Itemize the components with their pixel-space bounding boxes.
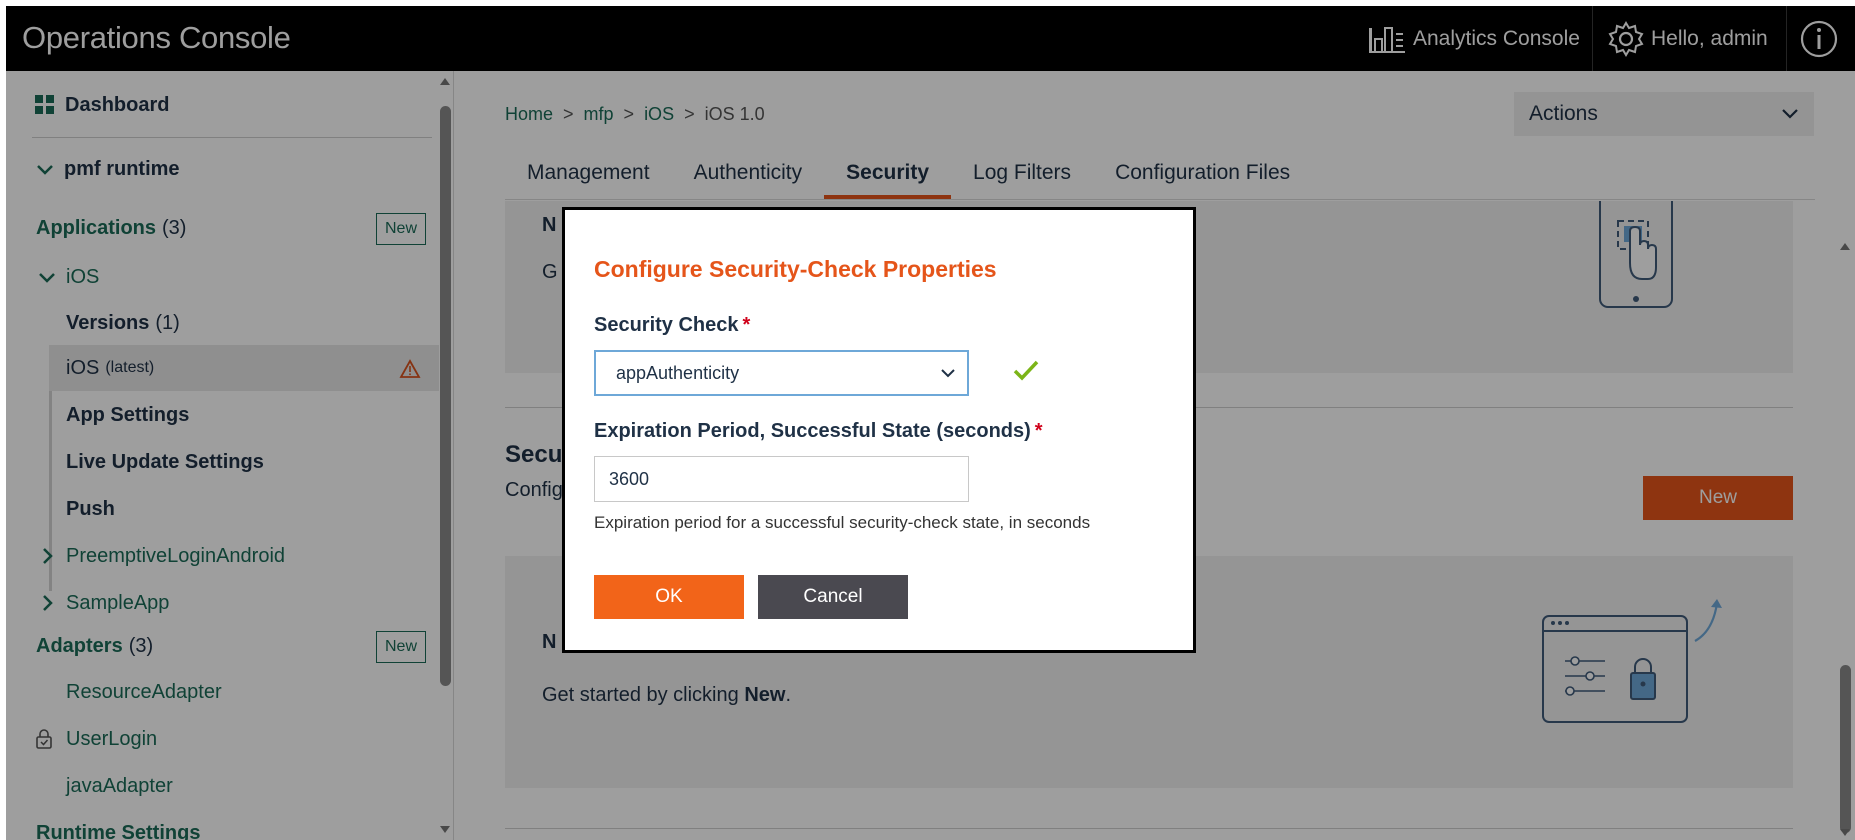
security-check-value: appAuthenticity [616,362,740,383]
operations-console-window: Operations Console Analytics Console Hel… [6,6,1855,840]
cancel-button[interactable]: Cancel [758,575,908,619]
dialog-title: Configure Security-Check Properties [594,256,997,282]
required-marker: * [1034,420,1043,442]
security-check-select[interactable]: appAuthenticity [594,350,969,396]
security-check-label-text: Security Check [594,314,739,336]
ok-button[interactable]: OK [594,575,744,619]
checkmark-icon [1013,360,1039,381]
configure-security-check-dialog: Configure Security-Check Properties Secu… [562,207,1196,653]
chevron-down-icon [941,369,955,378]
expiration-label: Expiration Period, Successful State (sec… [594,420,1043,443]
expiration-input[interactable]: 3600 [594,456,969,502]
expiration-help-text: Expiration period for a successful secur… [594,513,1091,532]
expiration-label-text: Expiration Period, Successful State (sec… [594,420,1031,442]
required-marker: * [742,314,751,336]
security-check-label: Security Check * [594,314,750,337]
